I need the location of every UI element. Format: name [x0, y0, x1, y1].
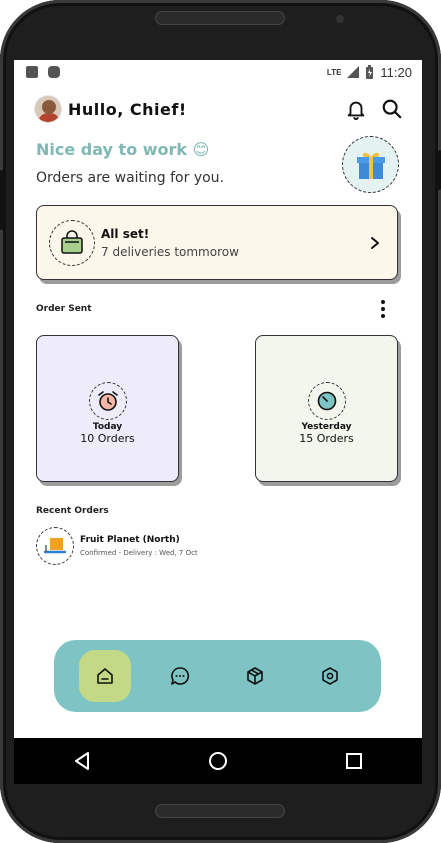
yesterday-count: 15 Orders [299, 432, 354, 445]
chat-icon [171, 667, 190, 685]
sd-card-icon [26, 66, 38, 78]
allset-arrow[interactable] [365, 233, 385, 253]
shopping-bag-icon [61, 229, 83, 254]
allset-title: All set! [101, 226, 150, 241]
app-header: Hullo, Chief! [34, 94, 404, 124]
status-bar: LTE 11:20 [14, 60, 422, 84]
home-circle-icon[interactable] [207, 750, 229, 772]
recents-icon[interactable] [343, 750, 365, 772]
orders-sent-title: Order Sent [36, 304, 92, 314]
alarm-icon-wrap [88, 382, 127, 420]
bottom-speaker [155, 804, 285, 818]
hero-subtitle: Orders are waiting for you. [36, 170, 225, 186]
search-button[interactable] [380, 97, 404, 121]
bag-icon-wrap [49, 219, 95, 266]
android-icon [48, 66, 60, 78]
recent-order-name: Fruit Planet (North) [80, 535, 180, 545]
back-icon[interactable] [71, 750, 93, 772]
recent-orders-title: Recent Orders [36, 506, 109, 516]
avatar[interactable] [34, 95, 62, 123]
more-options-icon[interactable] [376, 298, 390, 320]
network-label: LTE [326, 67, 342, 77]
allset-subtitle: 7 deliveries tommorow [101, 244, 239, 259]
volume-button [0, 170, 3, 230]
yesterday-label: Yesterday [301, 422, 352, 432]
list-item[interactable]: Fruit Planet (North) Confirmed - Deliver… [36, 526, 396, 566]
delivery-box-icon [43, 538, 67, 554]
notification-button[interactable] [344, 97, 368, 121]
front-camera [336, 15, 344, 23]
alarm-clock-icon [97, 391, 118, 411]
nav-package[interactable] [229, 650, 281, 702]
clock-icon-wrap [307, 382, 346, 420]
today-count: 10 Orders [80, 432, 135, 445]
phone-frame: LTE 11:20 Hullo, Chief! Nice day to work… [0, 0, 441, 843]
nav-home[interactable] [79, 650, 132, 702]
gift-icon [356, 152, 385, 179]
app-screen: LTE 11:20 Hullo, Chief! Nice day to work… [14, 60, 422, 738]
delivery-icon-wrap [36, 527, 74, 565]
signal-icon [347, 66, 360, 78]
app-nav-bar [54, 640, 381, 712]
battery-icon [366, 65, 374, 79]
gift-button[interactable] [342, 136, 399, 193]
today-orders-card[interactable]: Today 10 Orders [36, 335, 179, 482]
nav-chat[interactable] [154, 650, 206, 702]
clock-icon [317, 391, 336, 411]
nav-settings[interactable] [304, 650, 356, 702]
bell-icon [347, 101, 365, 120]
search-icon [382, 99, 402, 119]
status-time: 11:20 [380, 64, 412, 80]
allset-card[interactable]: All set! 7 deliveries tommorow [36, 205, 398, 280]
recent-order-detail: Confirmed - Delivery : Wed, 7 Oct [80, 549, 198, 557]
top-speaker [155, 11, 285, 25]
system-nav-bar [14, 738, 422, 784]
settings-icon [321, 667, 338, 685]
greeting: Hullo, Chief! [68, 99, 187, 119]
yesterday-orders-card[interactable]: Yesterday 15 Orders [255, 335, 398, 482]
chevron-right-icon [371, 236, 379, 249]
today-label: Today [92, 422, 123, 432]
package-icon [247, 667, 263, 685]
home-icon [97, 668, 114, 684]
hero-title: Nice day to work 😊 [36, 140, 210, 159]
